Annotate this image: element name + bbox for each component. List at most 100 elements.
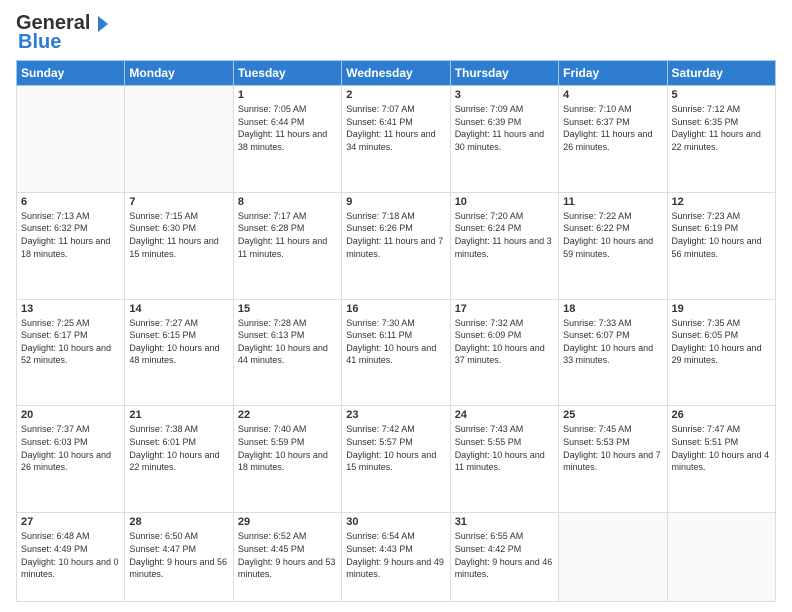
- calendar-cell: 31Sunrise: 6:55 AMSunset: 4:42 PMDayligh…: [450, 513, 558, 602]
- calendar-cell: 4 Sunrise: 7:10 AMSunset: 6:37 PMDaylight…: [559, 86, 667, 193]
- calendar-cell: 8 Sunrise: 7:17 AMSunset: 6:28 PMDaylight…: [233, 192, 341, 299]
- cell-info: Sunrise: 6:50 AMSunset: 4:47 PMDaylight:…: [129, 530, 228, 580]
- cell-info: Sunrise: 7:20 AMSunset: 6:24 PMDaylight:…: [455, 210, 554, 260]
- logo-icon: [90, 14, 110, 34]
- cell-info: Sunrise: 7:30 AMSunset: 6:11 PMDaylight:…: [346, 317, 445, 367]
- cell-info: Sunrise: 7:18 AMSunset: 6:26 PMDaylight:…: [346, 210, 445, 260]
- weekday-header: Saturday: [667, 61, 775, 86]
- calendar-cell: 11 Sunrise: 7:22 AMSunset: 6:22 PMDayligh…: [559, 192, 667, 299]
- cell-info: Sunrise: 6:48 AMSunset: 4:49 PMDaylight:…: [21, 530, 120, 580]
- cell-info: Sunrise: 6:55 AMSunset: 4:42 PMDaylight:…: [455, 530, 554, 580]
- calendar-cell: 19 Sunrise: 7:35 AMSunset: 6:05 PMDayligh…: [667, 299, 775, 406]
- day-number: 12: [672, 196, 771, 208]
- day-number: 18: [563, 303, 662, 315]
- calendar-cell: 16Sunrise: 7:30 AMSunset: 6:11 PMDayligh…: [342, 299, 450, 406]
- calendar-cell: 30Sunrise: 6:54 AMSunset: 4:43 PMDayligh…: [342, 513, 450, 602]
- day-number: 27: [21, 516, 120, 528]
- cell-info: Sunrise: 7:10 AMSunset: 6:37 PMDaylight:…: [563, 103, 662, 153]
- weekday-header: Tuesday: [233, 61, 341, 86]
- calendar-cell: 25 Sunrise: 7:45 AMSunset: 5:53 PMDayligh…: [559, 406, 667, 513]
- calendar-cell: 23 Sunrise: 7:42 AMSunset: 5:57 PMDayligh…: [342, 406, 450, 513]
- day-number: 23: [346, 409, 445, 421]
- calendar-cell: 28 Sunrise: 6:50 AMSunset: 4:47 PMDayligh…: [125, 513, 233, 602]
- day-number: 28: [129, 516, 228, 528]
- day-number: 20: [21, 409, 120, 421]
- cell-info: Sunrise: 7:17 AMSunset: 6:28 PMDaylight:…: [238, 210, 337, 260]
- calendar-cell: [667, 513, 775, 602]
- cell-info: Sunrise: 7:15 AMSunset: 6:30 PMDaylight:…: [129, 210, 228, 260]
- day-number: 29: [238, 516, 337, 528]
- calendar-cell: 15Sunrise: 7:28 AMSunset: 6:13 PMDayligh…: [233, 299, 341, 406]
- calendar-cell: 17 Sunrise: 7:32 AMSunset: 6:09 PMDayligh…: [450, 299, 558, 406]
- day-number: 21: [129, 409, 228, 421]
- calendar-cell: 20 Sunrise: 7:37 AMSunset: 6:03 PMDayligh…: [17, 406, 125, 513]
- day-number: 13: [21, 303, 120, 315]
- calendar-cell: 29Sunrise: 6:52 AMSunset: 4:45 PMDayligh…: [233, 513, 341, 602]
- calendar-cell: [125, 86, 233, 193]
- cell-info: Sunrise: 7:38 AMSunset: 6:01 PMDaylight:…: [129, 423, 228, 473]
- cell-info: Sunrise: 7:12 AMSunset: 6:35 PMDaylight:…: [672, 103, 771, 153]
- day-number: 25: [563, 409, 662, 421]
- day-number: 22: [238, 409, 337, 421]
- cell-info: Sunrise: 7:09 AMSunset: 6:39 PMDaylight:…: [455, 103, 554, 153]
- day-number: 4: [563, 89, 662, 101]
- cell-info: Sunrise: 7:07 AMSunset: 6:41 PMDaylight:…: [346, 103, 445, 153]
- cell-info: Sunrise: 7:23 AMSunset: 6:19 PMDaylight:…: [672, 210, 771, 260]
- weekday-header: Sunday: [17, 61, 125, 86]
- calendar-cell: 6Sunrise: 7:13 AMSunset: 6:32 PMDaylight…: [17, 192, 125, 299]
- day-number: 9: [346, 196, 445, 208]
- day-number: 5: [672, 89, 771, 101]
- calendar-cell: 3 Sunrise: 7:09 AMSunset: 6:39 PMDaylight…: [450, 86, 558, 193]
- cell-info: Sunrise: 7:22 AMSunset: 6:22 PMDaylight:…: [563, 210, 662, 260]
- calendar-cell: 24Sunrise: 7:43 AMSunset: 5:55 PMDayligh…: [450, 406, 558, 513]
- calendar-cell: 21 Sunrise: 7:38 AMSunset: 6:01 PMDayligh…: [125, 406, 233, 513]
- logo-blue: Blue: [18, 31, 61, 54]
- calendar-cell: 26 Sunrise: 7:47 AMSunset: 5:51 PMDayligh…: [667, 406, 775, 513]
- calendar-cell: [17, 86, 125, 193]
- calendar-week-row: 13Sunrise: 7:25 AMSunset: 6:17 PMDayligh…: [17, 299, 776, 406]
- day-number: 15: [238, 303, 337, 315]
- calendar-cell: 9 Sunrise: 7:18 AMSunset: 6:26 PMDaylight…: [342, 192, 450, 299]
- calendar-cell: 13Sunrise: 7:25 AMSunset: 6:17 PMDayligh…: [17, 299, 125, 406]
- calendar-cell: 14Sunrise: 7:27 AMSunset: 6:15 PMDayligh…: [125, 299, 233, 406]
- cell-info: Sunrise: 6:54 AMSunset: 4:43 PMDaylight:…: [346, 530, 445, 580]
- cell-info: Sunrise: 7:42 AMSunset: 5:57 PMDaylight:…: [346, 423, 445, 473]
- day-number: 2: [346, 89, 445, 101]
- weekday-header: Monday: [125, 61, 233, 86]
- day-number: 19: [672, 303, 771, 315]
- cell-info: Sunrise: 7:35 AMSunset: 6:05 PMDaylight:…: [672, 317, 771, 367]
- calendar-week-row: 6Sunrise: 7:13 AMSunset: 6:32 PMDaylight…: [17, 192, 776, 299]
- day-number: 14: [129, 303, 228, 315]
- day-number: 1: [238, 89, 337, 101]
- weekday-header-row: SundayMondayTuesdayWednesdayThursdayFrid…: [17, 61, 776, 86]
- calendar-cell: 22 Sunrise: 7:40 AMSunset: 5:59 PMDayligh…: [233, 406, 341, 513]
- day-number: 8: [238, 196, 337, 208]
- header: General Blue: [16, 12, 776, 54]
- day-number: 24: [455, 409, 554, 421]
- day-number: 11: [563, 196, 662, 208]
- cell-info: Sunrise: 7:47 AMSunset: 5:51 PMDaylight:…: [672, 423, 771, 473]
- cell-info: Sunrise: 7:37 AMSunset: 6:03 PMDaylight:…: [21, 423, 120, 473]
- cell-info: Sunrise: 7:13 AMSunset: 6:32 PMDaylight:…: [21, 210, 120, 260]
- cell-info: Sunrise: 7:45 AMSunset: 5:53 PMDaylight:…: [563, 423, 662, 473]
- day-number: 3: [455, 89, 554, 101]
- calendar-week-row: 27 Sunrise: 6:48 AMSunset: 4:49 PMDayligh…: [17, 513, 776, 602]
- cell-info: Sunrise: 7:32 AMSunset: 6:09 PMDaylight:…: [455, 317, 554, 367]
- day-number: 26: [672, 409, 771, 421]
- calendar-cell: 7Sunrise: 7:15 AMSunset: 6:30 PMDaylight…: [125, 192, 233, 299]
- calendar-cell: 27 Sunrise: 6:48 AMSunset: 4:49 PMDayligh…: [17, 513, 125, 602]
- weekday-header: Wednesday: [342, 61, 450, 86]
- calendar-cell: 12 Sunrise: 7:23 AMSunset: 6:19 PMDayligh…: [667, 192, 775, 299]
- calendar-cell: 10Sunrise: 7:20 AMSunset: 6:24 PMDayligh…: [450, 192, 558, 299]
- page: General Blue SundayMondayTuesdayWednesda…: [0, 0, 792, 612]
- weekday-header: Thursday: [450, 61, 558, 86]
- cell-info: Sunrise: 7:33 AMSunset: 6:07 PMDaylight:…: [563, 317, 662, 367]
- calendar-table: SundayMondayTuesdayWednesdayThursdayFrid…: [16, 60, 776, 602]
- day-number: 17: [455, 303, 554, 315]
- calendar-cell: 5 Sunrise: 7:12 AMSunset: 6:35 PMDaylight…: [667, 86, 775, 193]
- cell-info: Sunrise: 7:40 AMSunset: 5:59 PMDaylight:…: [238, 423, 337, 473]
- cell-info: Sunrise: 7:05 AMSunset: 6:44 PMDaylight:…: [238, 103, 337, 153]
- calendar-week-row: 1 Sunrise: 7:05 AMSunset: 6:44 PMDaylight…: [17, 86, 776, 193]
- calendar-cell: [559, 513, 667, 602]
- calendar-cell: 18 Sunrise: 7:33 AMSunset: 6:07 PMDayligh…: [559, 299, 667, 406]
